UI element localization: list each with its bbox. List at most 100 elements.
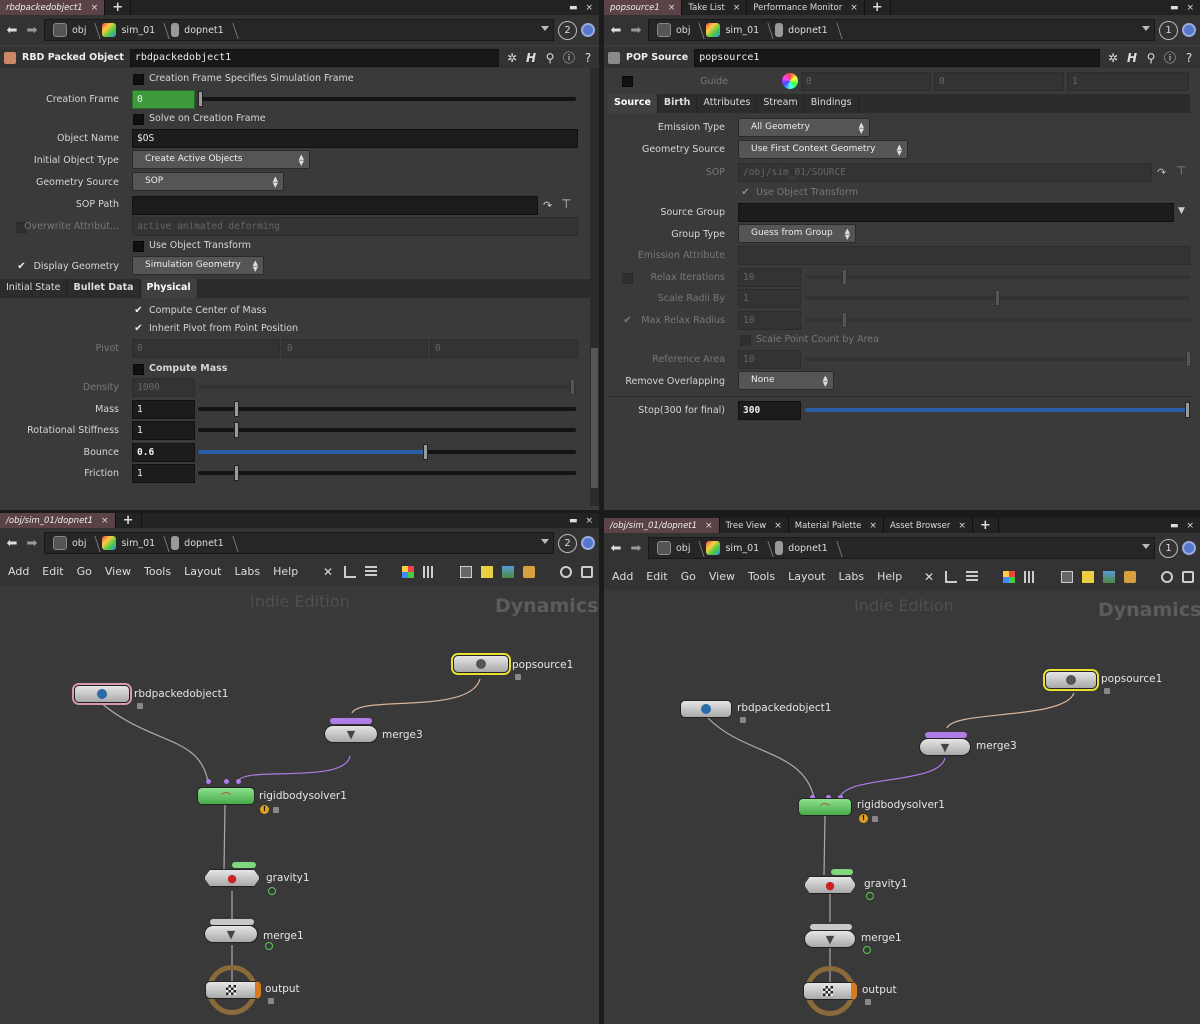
globe-icon[interactable]: [1182, 23, 1196, 37]
rotational-stiffness-field[interactable]: 1: [132, 421, 195, 440]
node-name-field[interactable]: rbdpackedobject1: [129, 48, 499, 67]
display-geometry-menu[interactable]: Simulation Geometry ▲ ▼: [132, 256, 264, 275]
slider-knob[interactable]: [423, 444, 428, 460]
close-icon[interactable]: ×: [958, 521, 966, 531]
sop-path-field[interactable]: [132, 196, 538, 215]
emission-type-menu[interactable]: All Geometry ▲ ▼: [738, 118, 870, 137]
chevron-down-icon[interactable]: [1142, 26, 1150, 31]
back-arrow-icon[interactable]: ⬅: [4, 535, 20, 551]
stop-slider[interactable]: [805, 402, 1190, 418]
menu-add[interactable]: Add: [8, 565, 29, 578]
tab-network-path[interactable]: /obj/sim_01/dopnet1 ×: [604, 518, 720, 533]
close-icon[interactable]: ×: [1186, 521, 1194, 531]
close-icon[interactable]: ×: [585, 516, 593, 526]
mass-field[interactable]: 1: [132, 400, 195, 419]
tree-icon[interactable]: [945, 570, 957, 583]
info-icon[interactable]: ⓘ: [1163, 49, 1177, 66]
zoom-icon[interactable]: [560, 565, 572, 578]
tab-material-palette[interactable]: Material Palette ×: [789, 518, 884, 533]
picture-icon[interactable]: [1103, 570, 1115, 583]
menu-edit[interactable]: Edit: [646, 570, 667, 583]
gear-icon[interactable]: ✲: [505, 51, 519, 65]
tab-popsource1[interactable]: popsource1 ×: [604, 0, 683, 15]
scrollbar-thumb[interactable]: [591, 348, 598, 488]
info-icon[interactable]: ⓘ: [562, 49, 576, 66]
solve-on-creation-checkbox[interactable]: [133, 114, 144, 125]
close-icon[interactable]: ×: [733, 3, 741, 13]
node-popsource1[interactable]: [453, 655, 509, 673]
list-icon[interactable]: [966, 570, 978, 583]
menu-layout[interactable]: Layout: [788, 570, 825, 583]
menu-tools[interactable]: Tools: [144, 565, 171, 578]
forward-arrow-icon[interactable]: ➡: [24, 22, 40, 38]
tab-birth[interactable]: Birth: [658, 94, 698, 113]
search-icon[interactable]: ⚲: [543, 51, 557, 65]
close-icon[interactable]: ×: [91, 3, 99, 13]
add-tab-button[interactable]: +: [116, 513, 142, 528]
sticky-note-icon[interactable]: [1082, 570, 1094, 583]
tab-bullet-data[interactable]: Bullet Data: [67, 279, 141, 298]
jump-arrow-icon[interactable]: ↷: [543, 199, 552, 212]
display-geometry-checkbox[interactable]: ✔: [16, 261, 27, 272]
tree-icon[interactable]: [344, 565, 356, 578]
tab-attributes[interactable]: Attributes: [697, 94, 758, 113]
creation-frame-specifies-checkbox[interactable]: [133, 74, 144, 85]
wrench-icon[interactable]: ✕: [924, 571, 936, 583]
menu-labs[interactable]: Labs: [235, 565, 261, 578]
compute-mass-checkbox[interactable]: [133, 364, 144, 375]
node-gravity1[interactable]: ●: [804, 876, 856, 894]
box-icon[interactable]: [523, 565, 535, 578]
tab-tree-view[interactable]: Tree View ×: [720, 518, 789, 533]
close-icon[interactable]: ×: [850, 3, 858, 13]
slider-knob[interactable]: [234, 465, 239, 481]
initial-object-type-menu[interactable]: Create Active Objects ▲ ▼: [132, 150, 310, 169]
gear-icon[interactable]: ✲: [1106, 51, 1120, 65]
menu-layout[interactable]: Layout: [184, 565, 221, 578]
tab-performance-monitor[interactable]: Performance Monitor ×: [747, 0, 865, 15]
chevron-down-icon[interactable]: [1142, 544, 1150, 549]
pane-menu-icon[interactable]: ▬: [1170, 521, 1179, 531]
menu-help[interactable]: Help: [273, 565, 298, 578]
back-arrow-icon[interactable]: ⬅: [608, 22, 624, 38]
back-arrow-icon[interactable]: ⬅: [4, 22, 20, 38]
zoom-icon[interactable]: [1161, 570, 1173, 583]
search-icon[interactable]: ⚲: [1144, 51, 1158, 65]
jump-arrow-icon[interactable]: ↷: [1157, 166, 1166, 179]
crumb-obj[interactable]: obj: [49, 20, 98, 40]
friction-slider[interactable]: [198, 465, 576, 481]
close-icon[interactable]: ×: [869, 521, 877, 531]
close-icon[interactable]: ×: [705, 521, 713, 531]
node-merge3[interactable]: ▼: [324, 725, 378, 743]
h-help-icon[interactable]: H: [524, 51, 538, 65]
node-merge1[interactable]: ▼: [204, 925, 258, 943]
crumb-dopnet[interactable]: dopnet1: [167, 533, 236, 553]
compute-center-checkbox[interactable]: ✔: [133, 305, 144, 316]
globe-icon[interactable]: [581, 23, 595, 37]
close-icon[interactable]: ×: [585, 3, 593, 13]
color-palette-icon[interactable]: [1003, 570, 1015, 583]
add-tab-button[interactable]: +: [105, 0, 132, 15]
menu-edit[interactable]: Edit: [42, 565, 63, 578]
crumb-obj[interactable]: obj: [653, 538, 702, 558]
friction-field[interactable]: 1: [132, 464, 195, 483]
h-help-icon[interactable]: H: [1125, 51, 1139, 65]
camera-icon[interactable]: [1182, 570, 1194, 583]
use-object-transform-checkbox[interactable]: [133, 241, 144, 252]
slider-knob[interactable]: [234, 422, 239, 438]
node-merge1[interactable]: ▼: [804, 930, 856, 948]
node-chooser-icon[interactable]: ⊤: [561, 197, 571, 211]
tab-source[interactable]: Source: [608, 94, 658, 113]
help-icon[interactable]: ?: [1182, 51, 1196, 65]
slider-knob[interactable]: [198, 91, 203, 107]
pin-number-badge[interactable]: 2: [558, 533, 577, 553]
slider-knob[interactable]: [1185, 402, 1190, 418]
network-canvas[interactable]: Indie Edition Dynamics popsource1 rbdpac…: [604, 590, 1200, 1024]
sticky-note-icon[interactable]: [481, 565, 493, 578]
grid-icon[interactable]: [423, 565, 435, 578]
menu-go[interactable]: Go: [77, 565, 92, 578]
chevron-down-icon[interactable]: [541, 539, 549, 544]
stop-field[interactable]: 300: [738, 401, 801, 420]
crumb-obj[interactable]: obj: [653, 20, 702, 40]
forward-arrow-icon[interactable]: ➡: [628, 540, 644, 556]
menu-view[interactable]: View: [709, 570, 735, 583]
